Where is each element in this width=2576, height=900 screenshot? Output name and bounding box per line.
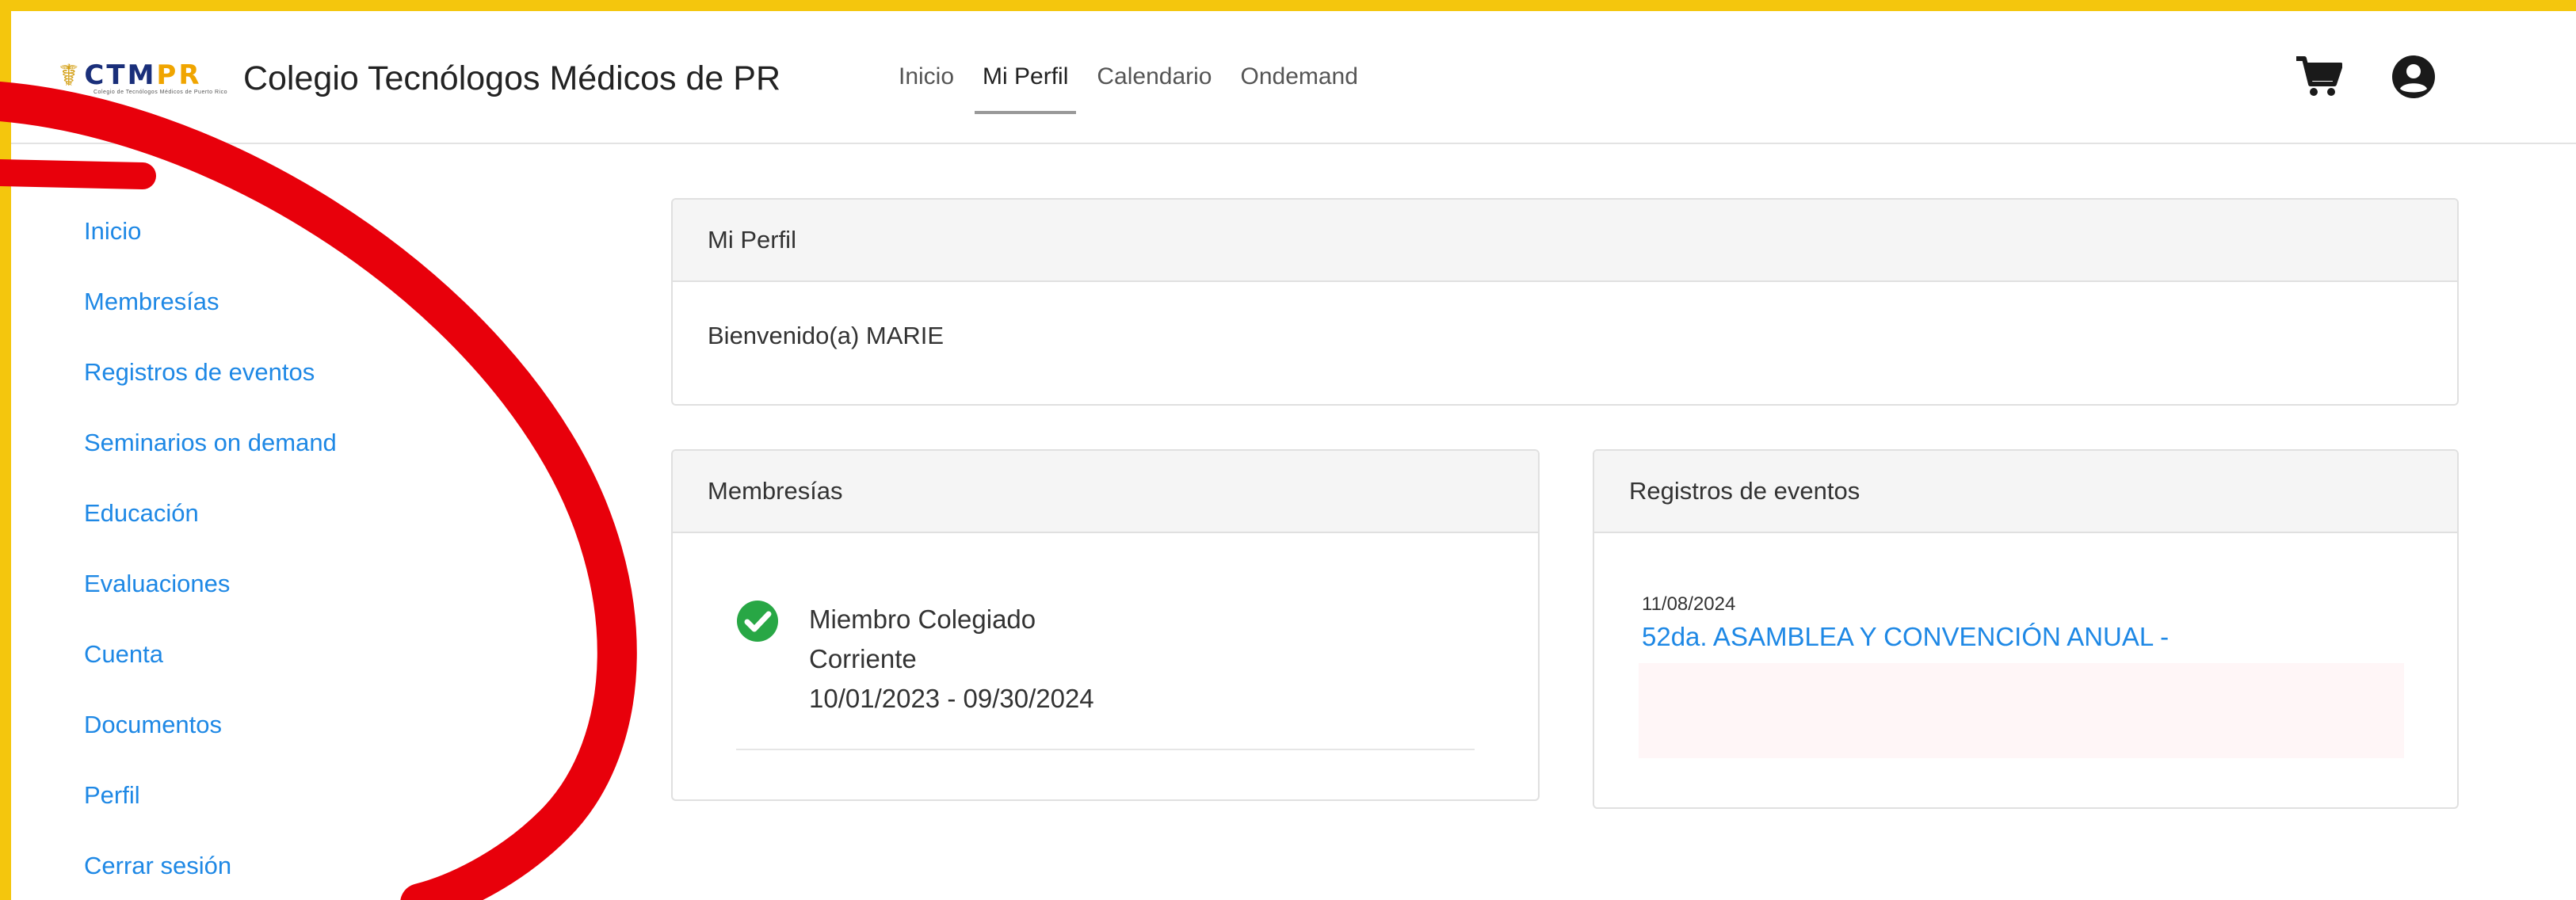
membership-period: 10/01/2023 - 09/30/2024 [809,684,1094,713]
logo-emblem-icon: ☤ [59,58,82,93]
main-nav: Inicio Mi Perfil Calendario Ondemand [899,11,1387,143]
nav-mi-perfil[interactable]: Mi Perfil [975,11,1077,143]
membership-details: Miembro Colegiado Corriente 10/01/2023 -… [809,600,1094,719]
top-header: ☤ CTM PR Colegio de Tecnólogos Médicos d… [11,11,2576,144]
logo-tagline: Colegio de Tecnólogos Médicos de Puerto … [93,90,227,95]
welcome-text: Bienvenido(a) MARIE [708,322,945,349]
logo-wordmark: ☤ CTM PR [59,58,227,93]
cart-icon[interactable] [2293,51,2344,102]
event-date: 11/08/2024 [1642,593,1736,615]
sidebar-item-registros[interactable]: Registros de eventos [84,358,315,387]
sidebar-item-perfil[interactable]: Perfil [84,781,140,810]
sidebar-item-cuenta[interactable]: Cuenta [84,640,163,669]
logo-pr: PR [156,59,202,91]
sidebar-item-cerrar-sesion[interactable]: Cerrar sesión [84,852,231,880]
membership-card: Membresías Miembro Colegiado Corriente 1… [671,449,1540,801]
profile-card-title: Mi Perfil [673,200,2457,282]
sidebar-item-documentos[interactable]: Documentos [84,711,222,739]
sidebar-item-evaluaciones[interactable]: Evaluaciones [84,570,230,598]
nav-calendario[interactable]: Calendario [1097,11,1212,143]
events-card-title: Registros de eventos [1594,451,2457,533]
yellow-frame-left [0,0,11,900]
membership-type: Miembro Colegiado [809,604,1036,634]
divider [736,749,1475,750]
brand[interactable]: ☤ CTM PR Colegio de Tecnólogos Médicos d… [59,43,780,114]
user-circle-icon[interactable] [2388,51,2439,102]
nav-ondemand[interactable]: Ondemand [1240,11,1357,143]
sidebar-item-membresias[interactable]: Membresías [84,288,219,316]
header-actions [2293,41,2483,113]
check-circle-icon [737,601,778,642]
membership-status: Corriente [809,644,917,673]
events-card: Registros de eventos 11/08/2024 52da. AS… [1593,449,2459,809]
profile-card: Mi Perfil Bienvenido(a) MARIE [671,198,2459,406]
yellow-frame-top [0,0,2576,11]
event-link[interactable]: 52da. ASAMBLEA Y CONVENCIÓN ANUAL - [1642,622,2169,652]
membership-card-title: Membresías [673,451,1538,533]
ctmpr-logo[interactable]: ☤ CTM PR Colegio de Tecnólogos Médicos d… [59,58,227,96]
brand-name[interactable]: Colegio Tecnólogos Médicos de PR [243,59,780,98]
sidebar-item-seminarios[interactable]: Seminarios on demand [84,429,337,457]
sidebar-item-inicio[interactable]: Inicio [84,217,141,246]
sidebar-item-educacion[interactable]: Educación [84,499,199,528]
redacted-area [1639,663,2404,758]
logo-ctm: CTM [84,59,157,91]
nav-inicio[interactable]: Inicio [899,11,954,143]
